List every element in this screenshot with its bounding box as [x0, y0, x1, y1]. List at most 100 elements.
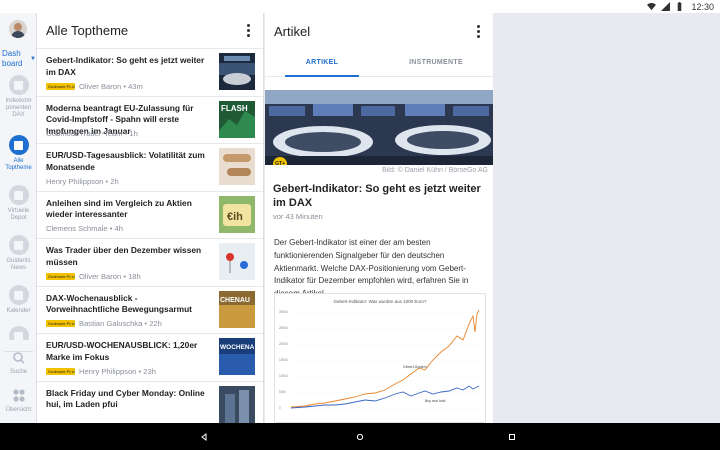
- news-list-panel: Alle Toptheme Gebert-Indikator: So geht …: [37, 13, 264, 423]
- rail-item-label: Alle Toptheme: [5, 158, 32, 171]
- list-item[interactable]: EUR/USD-WOCHENAUSBLICK: 1,20er Marke im …: [37, 334, 263, 382]
- image-credit: Bild: © Daniel Kühn / BörseGo AG: [382, 167, 488, 174]
- empty-region: [493, 13, 720, 423]
- series-label-gebert: Gebert-System: [403, 365, 427, 369]
- signal-icon: [661, 2, 671, 11]
- item-thumbnail: [219, 53, 255, 90]
- recents-icon: [509, 434, 515, 440]
- list-item[interactable]: EUR/USD-Tagesausblick: Volatilität zum M…: [37, 144, 263, 192]
- calendar-icon: [8, 285, 29, 305]
- thumb-text: WOCHENA: [220, 344, 255, 351]
- list-item[interactable]: Black Friday und Cyber Monday: Online hu…: [37, 382, 263, 424]
- buy-and-hold-series-line: [290, 385, 480, 409]
- item-thumbnail: €ih: [219, 195, 255, 233]
- godmode-plus-logo: Godmode PLUS: [46, 82, 75, 90]
- item-author-time: Bastian Galuschka • 22h: [79, 319, 162, 328]
- rail-item-label: Suche: [9, 369, 27, 375]
- article-chart-image: Gebert-Indikator: Was wurden aus 1000 Eu…: [274, 293, 486, 423]
- item-headline: Anleihen sind im Vergleich zu Aktien wie…: [46, 197, 192, 220]
- back-icon: [201, 433, 207, 441]
- more-options-icon[interactable]: [473, 24, 483, 38]
- item-author-time: Clemens Schmale • 4h: [46, 224, 123, 233]
- item-thumbnail: WOCHENA: [219, 338, 255, 375]
- series-label-buyhold: Buy and hold: [425, 399, 445, 403]
- y-tick: 30000: [279, 310, 288, 314]
- rail-item-label: Guidants News: [6, 258, 31, 271]
- item-meta: Henry Philippson • 2h: [46, 177, 119, 186]
- rail-item-label: Virtuelle Depot: [7, 208, 30, 221]
- tab-artikel[interactable]: ARTIKEL: [265, 49, 379, 77]
- rail-item-partial[interactable]: [0, 326, 36, 340]
- item-meta: Godmode PLUS Bastian Galuschka • 22h: [46, 319, 162, 328]
- rail-item-alle-toptheme[interactable]: Alle Toptheme: [0, 135, 36, 172]
- article-panel: Artikel ARTIKEL INSTRUMENTE GT+ Bild: © …: [265, 13, 493, 423]
- item-meta: Godmode PLUS Henry Philippson • 23h: [46, 367, 156, 376]
- rail-item-kalender[interactable]: Kalender: [0, 285, 36, 315]
- list-item[interactable]: Was Trader über den Dezember wissen müss…: [37, 239, 263, 287]
- news-icon: [8, 135, 29, 155]
- article-time: vor 43 Minuten: [273, 212, 323, 221]
- list-item[interactable]: DAX-Wochenausblick - Vorweihnachtliche B…: [37, 287, 263, 334]
- article-header: Artikel: [265, 13, 493, 49]
- item-author-time: Henry Philippson • 2h: [46, 176, 119, 186]
- rail-item-suche[interactable]: Suche: [0, 350, 36, 376]
- gebert-series-line: [290, 309, 480, 408]
- recents-button[interactable]: [506, 431, 518, 443]
- list-item[interactable]: Moderna beantragt EU-Zulassung für Covid…: [37, 97, 263, 144]
- y-tick: 0: [279, 406, 281, 410]
- home-button[interactable]: [354, 431, 366, 443]
- status-bar: 12:30: [0, 0, 720, 13]
- item-headline: EUR/USD-Tagesausblick: Volatilität zum M…: [46, 150, 205, 172]
- dashboard-label: Dash board: [2, 49, 23, 68]
- item-headline: Black Friday und Cyber Monday: Online hu…: [46, 387, 205, 410]
- item-meta: Clemens Schmale • 4h: [46, 224, 123, 233]
- avatar[interactable]: [9, 20, 27, 38]
- article-headline: Gebert-Indikator: So geht es jetzt weite…: [273, 183, 481, 209]
- item-meta: GodmodeTrader-Team • 1h: [46, 129, 138, 138]
- item-author-time: GodmodeTrader-Team • 1h: [46, 129, 138, 138]
- article-tabs: ARTIKEL INSTRUMENTE: [265, 49, 493, 77]
- list-item[interactable]: Gebert-Indikator: So geht es jetzt weite…: [37, 49, 263, 97]
- chevron-down-icon: ▼: [30, 56, 36, 62]
- rail-item-uebersicht[interactable]: Übersicht: [0, 388, 36, 414]
- search-icon: [12, 352, 25, 364]
- system-nav-bar: [0, 423, 720, 450]
- wifi-icon: [647, 2, 657, 11]
- y-tick: 5000: [279, 390, 286, 394]
- rail-item-label: Indexkom ponenten DAX: [5, 98, 32, 118]
- rail-item-guidants-news[interactable]: Guidants News: [0, 235, 36, 272]
- rail-item-indexkomponenten[interactable]: Indexkom ponenten DAX: [0, 75, 36, 119]
- godmode-plus-logo: Godmode PLUS: [46, 367, 75, 375]
- y-tick: 10000: [279, 374, 288, 378]
- app-root: 12:30 Dash board ▼ Indexkom ponenten DAX…: [0, 0, 720, 450]
- clock: 12:30: [691, 1, 714, 12]
- rail-item-label: Übersicht: [5, 407, 32, 413]
- item-thumbnail: [219, 385, 255, 423]
- rail-item-virtuelle-depot[interactable]: Virtuelle Depot: [0, 185, 36, 222]
- item-author-time: Oliver Baron • 18h: [79, 271, 141, 281]
- item-author-time: Henry Philippson • 23h: [79, 366, 156, 376]
- thumb-text: CHENAU: [220, 297, 250, 304]
- article-panel-title: Artikel: [274, 23, 311, 39]
- battery-icon: [678, 2, 682, 11]
- more-options-icon[interactable]: [243, 24, 253, 37]
- item-thumbnail: [219, 243, 255, 280]
- item-author-time: Oliver Baron • 43m: [79, 81, 143, 91]
- dashboard-selector[interactable]: Dash board ▼: [2, 49, 36, 69]
- tab-instrumente[interactable]: INSTRUMENTE: [379, 49, 493, 76]
- nav-rail: Dash board ▼ Indexkom ponenten DAX Alle …: [0, 13, 37, 423]
- grid-icon: [12, 389, 25, 402]
- y-tick: 20000: [279, 342, 288, 346]
- item-thumbnail: FLASH: [219, 100, 255, 138]
- list-header: Alle Toptheme: [37, 13, 263, 49]
- gt-plus-badge: GT+: [273, 157, 287, 165]
- item-headline: Gebert-Indikator: So geht es jetzt weite…: [46, 55, 205, 77]
- list-item[interactable]: Anleihen sind im Vergleich zu Aktien wie…: [37, 192, 263, 239]
- back-button[interactable]: [198, 431, 210, 443]
- item-thumbnail: CHENAU: [219, 290, 255, 328]
- y-tick: 25000: [279, 326, 288, 330]
- wallet-icon: [8, 185, 29, 205]
- rail-item-label: Kalender: [6, 308, 31, 314]
- item-thumbnail: [219, 148, 255, 185]
- article-body: Der Gebert-Indikator ist einer der am be…: [274, 238, 469, 298]
